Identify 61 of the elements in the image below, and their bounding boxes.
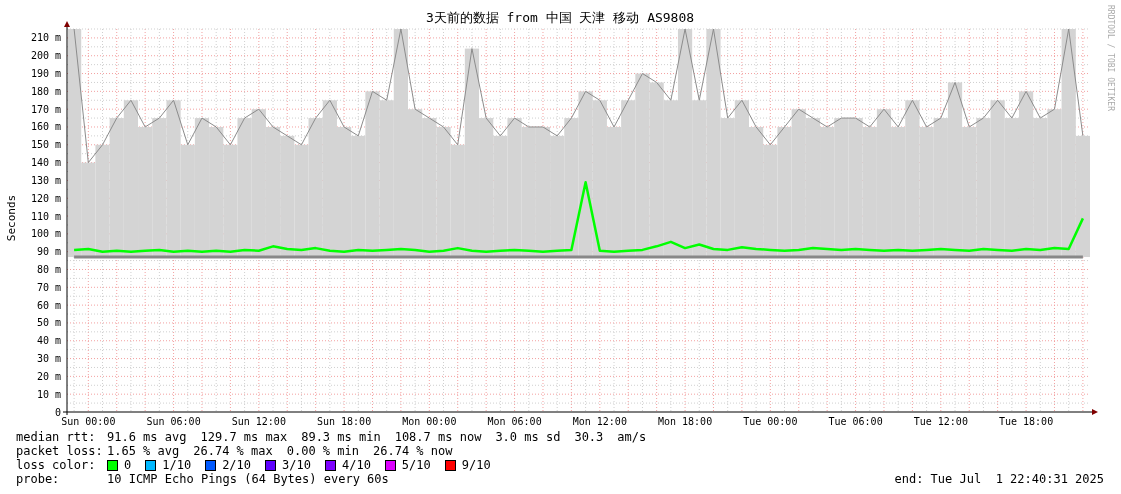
legend-value: 4/10: [341, 458, 371, 472]
legend-label: probe:: [16, 472, 61, 486]
x-tick-label: Sun 00:00: [61, 416, 116, 427]
y-tick-label: 110 m: [30, 210, 61, 222]
legend-value: 3/10: [282, 458, 311, 472]
x-tick-label: Mon 00:00: [402, 416, 457, 427]
y-tick-label: 150 m: [30, 139, 61, 151]
legend-value: 1/10: [162, 458, 192, 472]
y-tick-label: 190 m: [30, 68, 61, 80]
legend-value: 1.65 % avg: [107, 444, 180, 458]
legend-value: 0: [124, 458, 132, 472]
legend-value: 26.74 % now: [373, 444, 453, 458]
legend-value: am/s: [617, 430, 647, 444]
legend-value: 26.74 % max: [193, 444, 273, 458]
y-tick-label: 200 m: [30, 50, 61, 62]
legend-value: 2/10: [222, 458, 252, 472]
legend-value: 30.3: [574, 430, 604, 444]
y-tick-label: 60 m: [36, 299, 61, 311]
y-tick-label: 10 m: [36, 388, 61, 400]
y-tick-label: 180 m: [30, 85, 61, 97]
x-tick-label: Tue 06:00: [828, 416, 883, 427]
legend-label: loss color:: [16, 458, 97, 472]
y-tick-label: 0: [54, 406, 61, 418]
y-tick-label: 80 m: [36, 264, 61, 275]
legend-value: 129.7 ms max: [200, 430, 288, 444]
y-tick-label: 100 m: [30, 228, 61, 240]
y-tick-label: 90 m: [36, 246, 61, 258]
legend-value: 89.3 ms min: [301, 430, 381, 444]
y-tick-label: 130 m: [30, 174, 61, 186]
credit-text: RRDTOOL / TOBI OETIKER: [1106, 5, 1115, 111]
x-tick-label: Sun 18:00: [316, 416, 372, 427]
x-tick-label: Mon 12:00: [572, 416, 627, 427]
y-tick-label: 140 m: [30, 157, 61, 169]
y-tick-label: 50 m: [36, 317, 61, 329]
legend-label: median rtt:: [16, 430, 97, 444]
chart-title: 3天前的数据 from 中国 天津 移动 AS9808: [425, 10, 695, 25]
y-tick-label: 70 m: [36, 281, 61, 293]
x-tick-label: Tue 12:00: [913, 416, 968, 427]
y-tick-label: 170 m: [30, 103, 61, 115]
x-tick-label: Sun 12:00: [231, 416, 286, 427]
x-tick-label: Tue 18:00: [998, 416, 1054, 427]
legend-value: 0.00 % min: [286, 444, 359, 458]
legend-value: 91.6 ms avg: [107, 430, 187, 444]
axis-title: Seconds: [5, 194, 18, 242]
x-tick-label: Sun 06:00: [146, 416, 201, 427]
end-time: end: Tue Jul 1 22:40:31 2025: [894, 472, 1104, 486]
legend-label: packet loss:: [16, 444, 104, 458]
x-tick-label: Mon 06:00: [487, 416, 542, 427]
legend-value: 108.7 ms now: [394, 430, 482, 444]
y-tick-label: 120 m: [30, 192, 61, 204]
legend-value: 5/10: [401, 458, 431, 472]
y-tick-label: 210 m: [30, 32, 61, 44]
x-tick-label: Tue 00:00: [743, 416, 798, 427]
legend-value: 3.0 ms sd: [495, 430, 561, 444]
y-tick-label: 160 m: [30, 121, 61, 133]
y-tick-label: 30 m: [36, 353, 61, 365]
y-tick-label: 40 m: [36, 335, 61, 347]
y-tick-label: 20 m: [36, 370, 61, 382]
legend-value: 10 ICMP Echo Pings (64 Bytes) every 60s: [107, 472, 389, 486]
legend-value: 9/10: [461, 458, 491, 472]
x-tick-label: Mon 18:00: [657, 416, 713, 427]
